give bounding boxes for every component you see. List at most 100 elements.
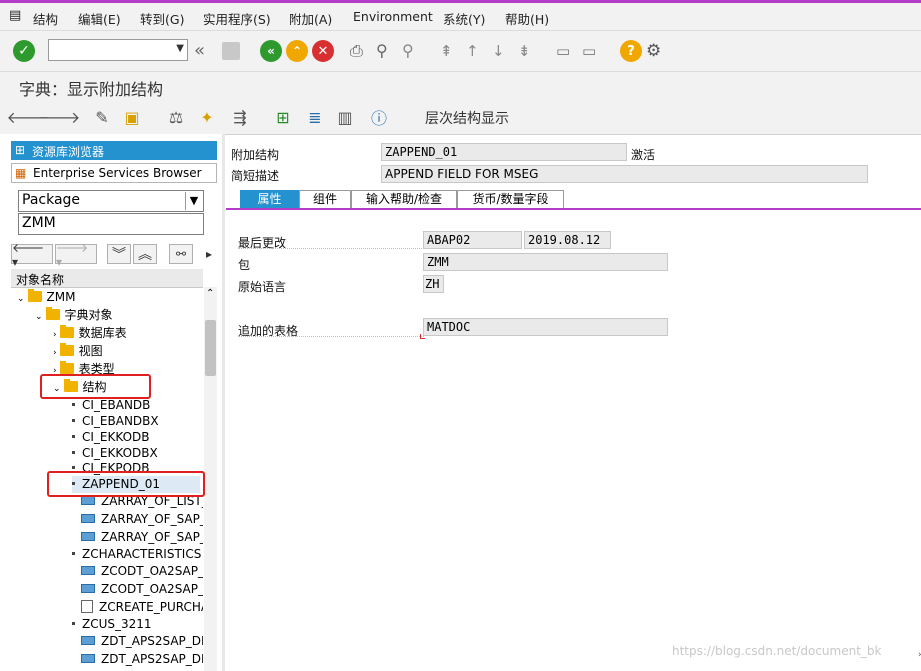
- object-type-select[interactable]: Package ▼: [18, 190, 204, 212]
- menu-structure[interactable]: 结构: [33, 9, 58, 28]
- binoculars-icon[interactable]: ⚯: [169, 244, 193, 264]
- tree-leaf-label: ZARRAY_OF_SAP_: [101, 530, 203, 544]
- tree-leaf[interactable]: ZDT_APS2SAP_DE: [81, 651, 203, 668]
- navigation-window-icon[interactable]: ≣: [304, 106, 326, 128]
- short-description-label: 简短描述: [231, 169, 280, 183]
- tree-leaf-label: ZCUS_3211: [82, 617, 152, 631]
- menu-edit[interactable]: 编辑(E): [78, 9, 121, 28]
- last-page-icon[interactable]: ⇟: [518, 40, 540, 62]
- expand-all-icon[interactable]: ︾: [107, 244, 131, 264]
- short-description-field[interactable]: APPEND FIELD FOR MSEG: [381, 165, 868, 183]
- chevron-right-icon[interactable]: ▸: [199, 244, 219, 264]
- tree-leaf[interactable]: ZCODT_OA2SAP_I: [81, 581, 203, 598]
- check-icon[interactable]: ⚖: [165, 106, 187, 128]
- save-icon[interactable]: [222, 42, 240, 60]
- find-icon[interactable]: ⚲: [376, 40, 398, 62]
- folder-icon: [45, 307, 60, 320]
- tree-leaf-label: CI_EBANDB: [82, 398, 151, 412]
- tree-node-database-tables[interactable]: › 数据库表: [53, 325, 127, 342]
- first-page-icon[interactable]: ⇞: [440, 40, 462, 62]
- tree-node-zmm[interactable]: ⌄ ZMM: [17, 289, 75, 306]
- panel-splitter[interactable]: [222, 134, 225, 671]
- appended-table-field[interactable]: MATDOC: [423, 318, 668, 336]
- scrollbar-thumb[interactable]: [205, 320, 216, 376]
- shortcut-icon[interactable]: ▭: [582, 40, 604, 62]
- tab-attributes[interactable]: 属性: [240, 190, 299, 208]
- cancel-icon[interactable]: ✕: [312, 40, 334, 62]
- exit-icon[interactable]: ⌃: [286, 40, 308, 62]
- tree-leaf[interactable]: ZARRAY_OF_SAP_: [81, 511, 203, 528]
- append-structure-field[interactable]: ZAPPEND_01: [381, 143, 627, 161]
- bullet-icon: [72, 451, 75, 454]
- object-name-input[interactable]: ZMM: [18, 213, 204, 235]
- document-icon: [81, 600, 93, 613]
- tree-node-label: 数据库表: [78, 326, 127, 340]
- folder-icon: [27, 289, 42, 302]
- tree-leaf[interactable]: ZARRAY_OF_SAP_: [81, 529, 203, 546]
- tree-leaf-label: ZCREATE_PURCHA: [99, 600, 203, 614]
- repository-browser-button[interactable]: ⊞ 资源库浏览器: [11, 141, 217, 160]
- find-next-icon[interactable]: ⚲: [402, 40, 424, 62]
- folder-icon: [59, 361, 74, 374]
- chevron-up-icon[interactable]: ⌃: [206, 288, 214, 299]
- nav-forward-button[interactable]: 🡒 ▾: [55, 241, 97, 269]
- tree-node-views[interactable]: › 视图: [53, 343, 103, 360]
- system-menu-icon[interactable]: ▤: [9, 8, 21, 23]
- table-icon: [81, 496, 95, 505]
- tree-leaf[interactable]: ZCREATE_PURCHA: [81, 599, 203, 616]
- gear-icon[interactable]: ⚙: [646, 40, 668, 62]
- table-icon: [81, 566, 95, 575]
- double-chevron-left-icon[interactable]: «: [194, 40, 216, 62]
- info-icon[interactable]: ⓘ: [368, 106, 390, 128]
- arrow-right-icon[interactable]: 🡒: [38, 106, 81, 128]
- tree-leaf[interactable]: ZCODT_OA2SAP_I: [81, 563, 203, 580]
- menu-utilities[interactable]: 实用程序(S): [203, 9, 271, 28]
- tree-node-dictionary-objects[interactable]: ⌄ 字典对象: [35, 307, 113, 324]
- tree-leaf[interactable]: CI_EBANDBX: [72, 413, 159, 430]
- menu-system[interactable]: 系统(Y): [443, 9, 485, 28]
- tree-leaf[interactable]: ZCHARACTERISTICS: [72, 546, 201, 563]
- hierarchy-icon[interactable]: ⊞: [272, 106, 294, 128]
- tree-leaf[interactable]: ZCUS_3211: [72, 616, 152, 633]
- tree-leaf-label: ZCODT_OA2SAP_I: [101, 582, 203, 596]
- chevron-down-icon: ▼: [176, 43, 184, 54]
- new-session-icon[interactable]: ▭: [556, 40, 578, 62]
- help-icon[interactable]: ?: [620, 40, 642, 62]
- tab-components[interactable]: 组件: [299, 190, 351, 208]
- tree-leaf[interactable]: CI_EBANDB: [72, 397, 150, 414]
- nav-back-button[interactable]: 🡐 ▾: [11, 241, 53, 269]
- collapse-all-icon[interactable]: ︽: [133, 244, 157, 264]
- columns-icon[interactable]: ▥: [334, 106, 356, 128]
- bullet-icon: [72, 419, 75, 422]
- arrow-left-icon[interactable]: 🡐: [7, 106, 50, 128]
- display-change-icon[interactable]: ✎: [91, 106, 113, 128]
- chevron-right-icon: ›: [53, 348, 57, 358]
- hierarchy-display-button[interactable]: 层次结构显示: [425, 108, 509, 128]
- other-object-icon[interactable]: ▣: [121, 106, 143, 128]
- back-icon[interactable]: «: [260, 40, 282, 62]
- command-field[interactable]: ▼: [48, 39, 188, 61]
- tab-input-help-check[interactable]: 输入帮助/检查: [351, 190, 457, 208]
- table-icon: [81, 532, 95, 541]
- highlight-box-structures: [40, 374, 151, 399]
- package-field: ZMM: [423, 253, 668, 271]
- tree-leaf[interactable]: CI_EKKODB: [72, 429, 150, 446]
- where-used-icon[interactable]: ⇶: [229, 106, 251, 128]
- chevron-down-icon[interactable]: ▼: [185, 192, 202, 210]
- print-icon[interactable]: ⎙: [350, 40, 372, 62]
- activate-icon[interactable]: ✦: [196, 106, 218, 128]
- tree-leaf[interactable]: ZDT_APS2SAP_DE: [81, 633, 203, 650]
- enter-checkmark-icon[interactable]: ✓: [13, 40, 35, 62]
- menu-help[interactable]: 帮助(H): [505, 9, 549, 28]
- previous-page-icon[interactable]: ↑: [466, 40, 488, 62]
- package-label: 包: [238, 258, 251, 272]
- enterprise-services-browser-button[interactable]: ▦ Enterprise Services Browser: [11, 163, 217, 183]
- bullet-icon: [72, 622, 75, 625]
- menu-goto[interactable]: 转到(G): [140, 9, 184, 28]
- menu-environment[interactable]: Environment: [353, 9, 433, 24]
- menu-extras[interactable]: 附加(A): [289, 9, 332, 28]
- original-language-field: ZH: [423, 275, 444, 293]
- tab-currency-quantity[interactable]: 货币/数量字段: [457, 190, 564, 208]
- next-page-icon[interactable]: ↓: [492, 40, 514, 62]
- tree-leaf-label: ZCHARACTERISTICS: [82, 547, 202, 561]
